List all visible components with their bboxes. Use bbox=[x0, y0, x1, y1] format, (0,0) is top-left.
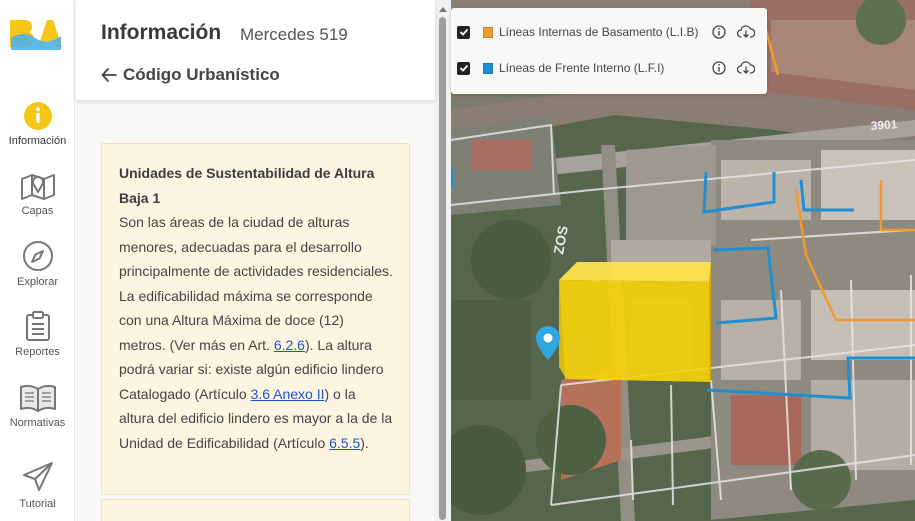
paper-plane-icon bbox=[22, 462, 53, 491]
nav-explorar-label: Explorar bbox=[17, 276, 58, 288]
info-card-next bbox=[101, 499, 410, 521]
checkbox-lfi[interactable] bbox=[457, 61, 470, 75]
nav-capas-label: Capas bbox=[21, 205, 54, 217]
info-icon[interactable] bbox=[712, 61, 726, 75]
info-icon[interactable] bbox=[712, 25, 726, 39]
arrow-left-icon bbox=[101, 68, 117, 82]
nav-tutorial[interactable]: Tutorial bbox=[0, 460, 75, 510]
map-layers-icon bbox=[20, 174, 55, 200]
card-title: Unidades de Sustentabilidad de Altura Ba… bbox=[119, 161, 393, 210]
panel-title: Información bbox=[101, 21, 222, 44]
layer-legend: Líneas Internas de Basamento (L.I.B) Lín… bbox=[451, 8, 767, 94]
cloud-download-icon[interactable] bbox=[737, 61, 755, 75]
back-button[interactable]: Código Urbanístico bbox=[101, 65, 280, 85]
nav-normativas[interactable]: Normativas bbox=[0, 383, 75, 429]
link-art-6-2-6[interactable]: 6.2.6 bbox=[274, 337, 305, 353]
nav-tutorial-label: Tutorial bbox=[19, 498, 56, 510]
lib-color-swatch bbox=[483, 26, 493, 38]
checkmark-icon bbox=[459, 28, 468, 36]
card-text-1: Son las áreas de la ciudad de alturas me… bbox=[119, 214, 393, 353]
nav-explorar[interactable]: Explorar bbox=[0, 240, 75, 288]
link-art-6-5-5[interactable]: 6.5.5 bbox=[329, 435, 360, 451]
ba-logo[interactable] bbox=[8, 16, 64, 50]
scroll-up-arrow[interactable] bbox=[439, 7, 447, 12]
compass-icon bbox=[22, 241, 53, 271]
card-text-4: ). bbox=[360, 434, 369, 451]
nav-normativas-label: Normativas bbox=[9, 417, 66, 429]
clipboard-icon bbox=[25, 311, 50, 341]
card-title-line2: Baja 1 bbox=[119, 189, 161, 206]
nav-reportes-label: Reportes bbox=[15, 346, 60, 358]
back-label: Código Urbanístico bbox=[123, 65, 280, 84]
street-number-label: 3901 bbox=[870, 117, 898, 133]
legend-label-lfi: Líneas de Frente Interno (L.F.I) bbox=[499, 61, 665, 75]
info-icon bbox=[23, 102, 52, 130]
navigation-rail: Información Capas Explorar Reportes Norm… bbox=[0, 0, 75, 521]
panel-scrollbar[interactable] bbox=[435, 0, 451, 521]
address-label: Mercedes 519 bbox=[240, 25, 348, 44]
info-card: Unidades de Sustentabilidad de Altura Ba… bbox=[101, 143, 410, 495]
info-panel: Información Mercedes 519 Código Urbaníst… bbox=[76, 0, 435, 521]
book-icon bbox=[19, 384, 56, 412]
cloud-download-icon[interactable] bbox=[737, 25, 755, 39]
nav-informacion[interactable]: Información bbox=[0, 101, 75, 147]
link-art-3-6-anexo-ii[interactable]: 3.6 Anexo II bbox=[251, 386, 325, 402]
panel-header: Información Mercedes 519 Código Urbaníst… bbox=[76, 0, 435, 100]
nav-informacion-label: Información bbox=[8, 135, 67, 147]
card-body: Son las áreas de la ciudad de alturas me… bbox=[119, 210, 393, 455]
checkbox-lib[interactable] bbox=[457, 25, 470, 39]
legend-label-lib: Líneas Internas de Basamento (L.I.B) bbox=[499, 25, 699, 39]
checkmark-icon bbox=[459, 64, 468, 72]
nav-capas[interactable]: Capas bbox=[0, 171, 75, 217]
scroll-thumb[interactable] bbox=[439, 17, 446, 520]
lfi-color-swatch bbox=[483, 62, 493, 74]
nav-reportes[interactable]: Reportes bbox=[0, 310, 75, 358]
card-title-line1: Unidades de Sustentabilidad de Altura bbox=[119, 165, 375, 181]
